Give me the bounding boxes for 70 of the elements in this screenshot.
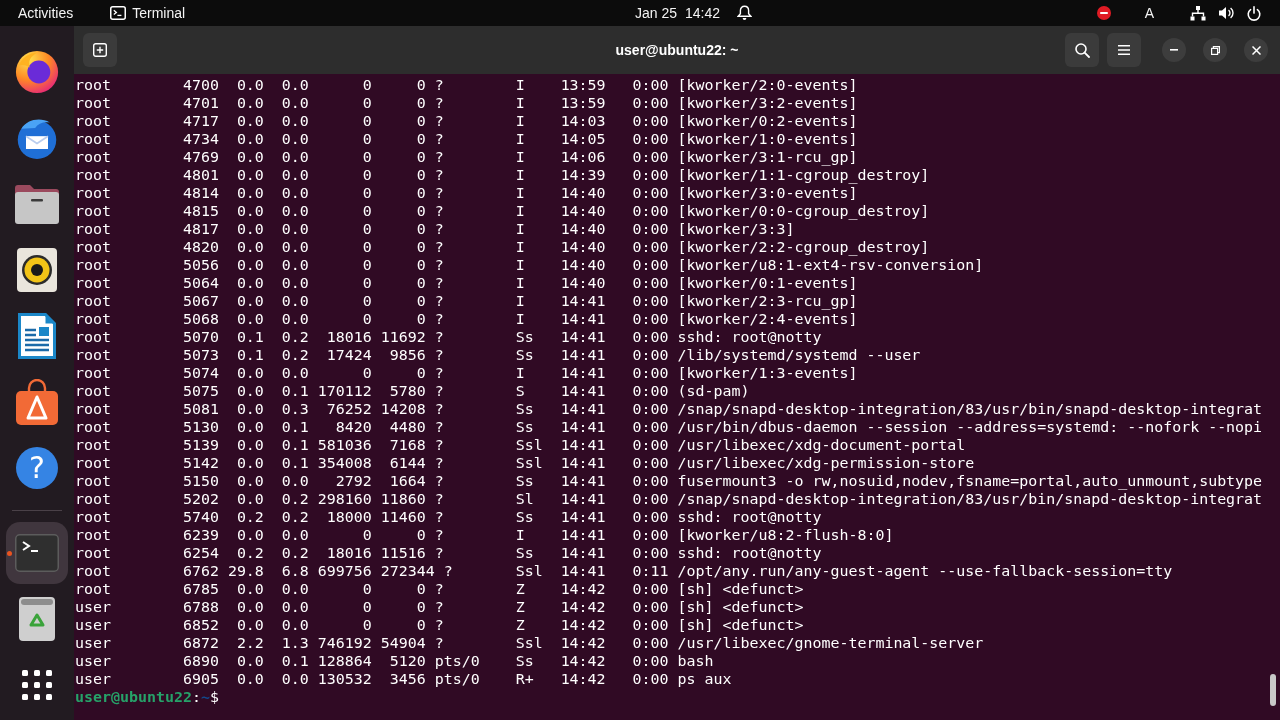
terminal-line: root 6785 0.0 0.0 0 0 ? Z 14:42 0:00 [sh] <defunct> [75,580,804,598]
terminal-line: user 6905 0.0 0.0 130532 3456 pts/0 R+ 14:42 0:00 ps aux [75,670,732,688]
help-icon: ? [16,447,58,489]
network-icon [1190,5,1206,21]
terminal-line: root 5067 0.0 0.0 0 0 ? I 14:41 0:00 [kworker/2:3-rcu_gp] [75,292,858,310]
search-icon [1074,42,1090,58]
no-entry-icon[interactable] [1096,6,1111,20]
terminal-line: user 6852 0.0 0.0 0 0 ? Z 14:42 0:00 [sh] <defunct> [75,616,804,634]
speaker-icon [17,248,57,292]
terminal-line: root 5150 0.0 0.0 2792 1664 ? Ss 14:41 0:00 fusermount3 -o rw,nosuid,nodev,fsname=portal,auto_unmount,subtype [75,472,1263,490]
document-icon [18,313,56,359]
volume-icon [1219,6,1234,20]
app-grid-icon [22,670,52,700]
clock-button[interactable]: Jan 25 14:42 [635,4,753,22]
terminal-icon [15,534,59,572]
plus-square-icon [93,43,107,57]
terminal-line: root 4701 0.0 0.0 0 0 ? I 13:59 0:00 [kworker/3:2-events] [75,94,858,112]
app-menu-button[interactable]: Terminal [110,4,186,22]
menu-icon [1118,45,1130,55]
terminal-line: root 6254 0.2 0.2 18016 11516 ? Ss 14:41 0:00 sshd: root@notty [75,544,822,562]
trash-icon [19,597,55,641]
terminal-line: root 5070 0.1 0.2 18016 11692 ? Ss 14:41 0:00 sshd: root@notty [75,328,822,346]
system-menu-button[interactable] [1190,5,1261,21]
minimize-button[interactable] [1162,38,1186,62]
terminal-line: root 5068 0.0 0.0 0 0 ? I 14:41 0:00 [kworker/2:4-events] [75,310,858,328]
folder-icon [15,184,59,224]
terminal-line: root 4700 0.0 0.0 0 0 ? I 13:59 0:00 [kworker/2:0-events] [75,76,858,94]
shopping-bag-icon [16,379,58,425]
terminal-line: root 5202 0.0 0.2 298160 11860 ? Sl 14:41 0:00 /snap/snapd-desktop-integration/83/usr/bin/snapd-desktop-integrat [75,490,1263,508]
terminal-line: root 4817 0.0 0.0 0 0 ? I 14:40 0:00 [kworker/3:3] [75,220,795,238]
shell-prompt: user@ubuntu22:~$ [75,688,219,706]
terminal-icon [110,6,127,20]
menu-button[interactable] [1107,33,1141,67]
terminal-line: user 6872 2.2 1.3 746192 54904 ? Ssl 14:42 0:00 /usr/libexec/gnome-terminal-server [75,634,984,652]
restore-icon [1210,45,1220,55]
flame-globe-icon [15,50,59,94]
input-source-button[interactable]: A [1144,4,1154,22]
terminal-line: root 5740 0.2 0.2 18000 11460 ? Ss 14:41 0:00 sshd: root@notty [75,508,822,526]
terminal-line: root 4734 0.0 0.0 0 0 ? I 14:05 0:00 [kworker/1:0-events] [75,130,858,148]
search-button[interactable] [1065,33,1099,67]
terminal-line: root 4769 0.0 0.0 0 0 ? I 14:06 0:00 [kworker/3:1-rcu_gp] [75,148,858,166]
terminal-line: root 4814 0.0 0.0 0 0 ? I 14:40 0:00 [kworker/3:0-events] [75,184,858,202]
terminal-line: root 5142 0.0 0.1 354008 6144 ? Ssl 14:41 0:00 /usr/libexec/xdg-permission-store [75,454,975,472]
terminal-line: root 5073 0.1 0.2 17424 9856 ? Ss 14:41 0:00 /lib/systemd/systemd --user [75,346,921,364]
terminal-line: root 6762 29.8 6.8 699756 272344 ? Ssl 14:41 0:11 /opt/any.run/any-guest-agent --use-fallback-session=tty [75,562,1173,580]
scrollbar-thumb[interactable] [1270,674,1276,706]
terminal-line: root 5075 0.0 0.1 170112 5780 ? S 14:41 0:00 (sd-pam) [75,382,750,400]
terminal-line: root 5074 0.0 0.0 0 0 ? I 14:41 0:00 [kworker/1:3-events] [75,364,858,382]
close-button[interactable] [1244,38,1268,62]
dock-item[interactable]: ? [6,437,68,499]
terminal-line: root 5056 0.0 0.0 0 0 ? I 14:40 0:00 [kworker/u8:1-ext4-rsv-conversion] [75,256,984,274]
window-title: user@ubuntu22: ~ [615,40,739,60]
terminal-line: root 4820 0.0 0.0 0 0 ? I 14:40 0:00 [kworker/2:2-cgroup_destroy] [75,238,930,256]
terminal-line: user 6890 0.0 0.1 128864 5120 pts/0 Ss 14:42 0:00 bash [75,652,714,670]
terminal-line: root 5139 0.0 0.1 581036 7168 ? Ssl 14:41 0:00 /usr/libexec/xdg-document-portal [75,436,966,454]
terminal-line: root 4801 0.0 0.0 0 0 ? I 14:39 0:00 [kworker/1:1-cgroup_destroy] [75,166,930,184]
terminal-line: root 5130 0.0 0.1 8420 4480 ? Ss 14:41 0:00 /usr/bin/dbus-daemon --session --address=systemd: --nofork --nopi [75,418,1263,436]
new-tab-button[interactable] [83,33,117,67]
terminal-line: user 6788 0.0 0.0 0 0 ? Z 14:42 0:00 [sh] <defunct> [75,598,804,616]
terminal-line: root 4815 0.0 0.0 0 0 ? I 14:40 0:00 [kworker/0:0-cgroup_destroy] [75,202,930,220]
close-icon [1251,45,1261,55]
terminal-line: root 6239 0.0 0.0 0 0 ? I 14:41 0:00 [kworker/u8:2-flush-8:0] [75,526,894,544]
restore-button[interactable] [1203,38,1227,62]
terminal-line: root 5081 0.0 0.3 76252 14208 ? Ss 14:41 0:00 /snap/snapd-desktop-integration/83/usr/bin/snapd-desktop-integrat [75,400,1263,418]
terminal-line: root 4717 0.0 0.0 0 0 ? I 14:03 0:00 [kworker/0:2-events] [75,112,858,130]
terminal-line: root 5064 0.0 0.0 0 0 ? I 14:40 0:00 [kworker/0:1-events] [75,274,858,292]
activities-button[interactable]: Activities [18,4,74,22]
power-icon [1247,5,1261,21]
bell-icon [737,5,753,21]
minimize-icon [1170,49,1178,51]
